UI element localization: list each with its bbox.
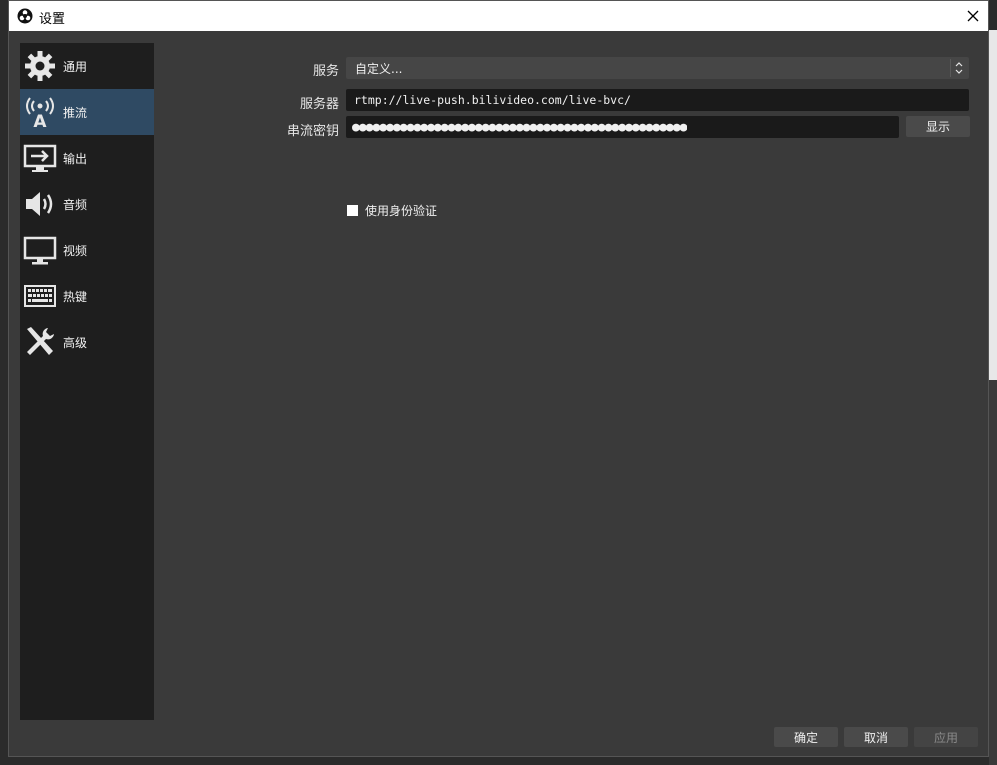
speaker-icon [23, 187, 57, 221]
broadcast-antenna-icon: A [23, 95, 57, 129]
service-selected-value: 自定义... [355, 61, 403, 76]
sidebar-item-label: 视频 [63, 243, 88, 258]
close-button[interactable] [958, 1, 988, 31]
sidebar-item-advanced[interactable]: 高级 [20, 319, 154, 365]
settings-sidebar: 通用 A 推流 输出 音频 视频 热键 高级 [20, 43, 154, 720]
sidebar-item-label: 高级 [63, 335, 88, 350]
gear-icon [23, 49, 57, 83]
use-auth-label: 使用身份验证 [365, 204, 438, 218]
window-title: 设置 [39, 12, 66, 27]
title-bar: 设置 [9, 1, 988, 31]
cancel-button[interactable]: 取消 [844, 727, 908, 747]
stream-key-label: 串流密钥 [286, 124, 339, 139]
tools-icon [23, 325, 57, 359]
stream-key-masked-value: ●●●●●●●●●●●●●●●●●●●●●●●●●●●●●●●●●●●●●●●●… [352, 119, 687, 135]
close-icon [967, 10, 979, 22]
server-label: 服务器 [299, 97, 339, 112]
sidebar-item-label: 通用 [63, 59, 88, 74]
svg-text:A: A [33, 112, 47, 129]
obs-logo-icon [17, 8, 33, 24]
output-monitor-icon [23, 141, 57, 175]
show-key-button[interactable]: 显示 [906, 116, 970, 137]
sidebar-item-label: 推流 [63, 105, 88, 120]
sidebar-item-label: 音频 [63, 197, 88, 212]
sidebar-item-general[interactable]: 通用 [20, 43, 154, 89]
settings-dialog: 设置 通用 A 推流 输出 音频 视频 热键 高级 服务 自定义... 服务器 … [8, 0, 989, 757]
background-window-edge [989, 30, 997, 380]
sidebar-item-stream[interactable]: A 推流 [20, 89, 154, 135]
updown-arrow-icon [950, 59, 967, 77]
stream-key-input[interactable]: ●●●●●●●●●●●●●●●●●●●●●●●●●●●●●●●●●●●●●●●●… [346, 116, 899, 138]
use-auth-checkbox[interactable] [347, 205, 358, 216]
ok-button[interactable]: 确定 [774, 727, 838, 747]
server-input[interactable]: rtmp://live-push.bilivideo.com/live-bvc/ [346, 89, 969, 111]
sidebar-item-audio[interactable]: 音频 [20, 181, 154, 227]
keyboard-icon [23, 279, 57, 313]
sidebar-item-output[interactable]: 输出 [20, 135, 154, 181]
sidebar-item-label: 热键 [63, 289, 88, 304]
server-input-value: rtmp://live-push.bilivideo.com/live-bvc/ [354, 93, 631, 107]
service-label: 服务 [312, 64, 339, 79]
sidebar-item-video[interactable]: 视频 [20, 227, 154, 273]
service-dropdown[interactable]: 自定义... [346, 57, 969, 79]
apply-button[interactable]: 应用 [914, 727, 978, 747]
sidebar-item-hotkeys[interactable]: 热键 [20, 273, 154, 319]
background-window-edge-lower [989, 380, 997, 765]
use-auth-checkbox-row[interactable]: 使用身份验证 [347, 202, 437, 219]
monitor-icon [23, 233, 57, 267]
sidebar-item-label: 输出 [63, 151, 88, 166]
